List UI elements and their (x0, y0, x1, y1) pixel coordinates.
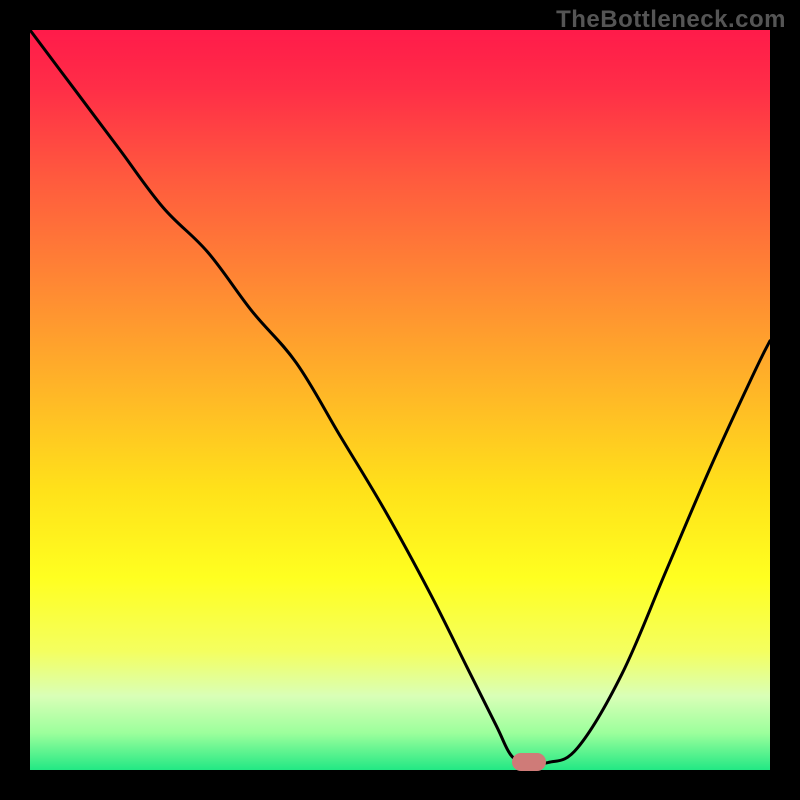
gradient-background (30, 30, 770, 770)
plot-stage (30, 30, 770, 770)
chart-frame: TheBottleneck.com (0, 0, 800, 800)
watermark-text: TheBottleneck.com (556, 6, 786, 34)
optimum-marker (512, 753, 546, 771)
plot-svg (30, 30, 770, 770)
